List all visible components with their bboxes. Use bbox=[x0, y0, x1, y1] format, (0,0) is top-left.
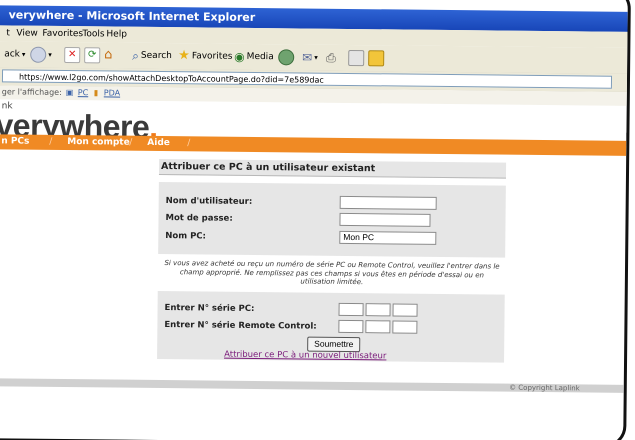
edit-icon bbox=[348, 49, 365, 67]
serial-rc-input-3[interactable] bbox=[392, 320, 418, 334]
chevron-down-icon: ▾ bbox=[48, 50, 52, 59]
new-user-link[interactable]: Attribuer ce PC à un nouvel utilisateur bbox=[224, 350, 386, 362]
pc-name-input[interactable]: Mon PC bbox=[339, 230, 437, 245]
print-icon: ⎙ bbox=[326, 50, 336, 65]
menu-item-help[interactable]: Help bbox=[106, 26, 127, 42]
pc-icon: ▣ bbox=[65, 88, 74, 98]
media-label: Media bbox=[246, 51, 274, 63]
nav-item-help[interactable]: Aide bbox=[147, 136, 170, 151]
forward-icon bbox=[30, 46, 47, 63]
forward-button[interactable]: ▾ bbox=[30, 46, 52, 63]
menu-item-tools[interactable]: Tools bbox=[82, 26, 104, 42]
screen-frame: verywhere - Microsoft Internet Explorer … bbox=[0, 0, 635, 440]
home-button[interactable]: ⌂ bbox=[104, 47, 112, 63]
refresh-button[interactable]: ⟳ bbox=[84, 47, 101, 64]
print-button[interactable]: ⎙ bbox=[326, 50, 336, 66]
credentials-box: Nom d'utilisateur: Mot de passe: Nom PC:… bbox=[158, 181, 506, 258]
menu-item-favorites[interactable]: Favorites bbox=[42, 26, 83, 42]
media-icon: ◉ bbox=[234, 49, 245, 64]
serial-pc-input-1[interactable] bbox=[338, 302, 364, 317]
pda-view-link[interactable]: PDA bbox=[104, 86, 120, 100]
attach-pc-panel: Attribuer ce PC à un utilisateur existan… bbox=[157, 158, 507, 363]
messenger-button[interactable] bbox=[368, 50, 385, 67]
edit-button[interactable] bbox=[348, 49, 365, 67]
refresh-icon: ⟳ bbox=[84, 47, 101, 64]
window-title: verywhere - Microsoft Internet Explorer bbox=[8, 8, 256, 24]
url-text: https://www.l2go.com/showAttachDesktopTo… bbox=[18, 72, 324, 85]
nav-item-pcs[interactable]: n PCs bbox=[1, 134, 29, 149]
panel-title: Attribuer ce PC à un utilisateur existan… bbox=[158, 158, 507, 179]
star-icon: ★ bbox=[178, 48, 190, 64]
media-button[interactable]: ◉ Media bbox=[234, 49, 274, 65]
history-button[interactable] bbox=[278, 49, 295, 66]
pda-icon: ▮ bbox=[93, 88, 99, 98]
history-icon bbox=[278, 49, 295, 66]
nav-item-account[interactable]: Mon compte bbox=[67, 135, 130, 151]
chevron-down-icon: ▾ bbox=[314, 53, 318, 62]
menu-item-file[interactable]: t bbox=[6, 25, 10, 41]
pc-name-label: Nom PC: bbox=[165, 231, 207, 242]
username-input[interactable] bbox=[339, 195, 437, 210]
search-icon: ⌕ bbox=[132, 48, 140, 63]
serial-rc-input-2[interactable] bbox=[365, 320, 391, 334]
serial-pc-input-3[interactable] bbox=[392, 303, 418, 317]
serial-pc-label: Entrer N° série PC: bbox=[164, 303, 255, 314]
chevron-down-icon: ▾ bbox=[21, 50, 26, 59]
serial-rc-input-1[interactable] bbox=[338, 319, 364, 334]
menu-item-view[interactable]: View bbox=[16, 25, 38, 41]
folder-icon bbox=[368, 50, 385, 67]
serial-rc-label: Entrer N° série Remote Control: bbox=[164, 320, 317, 332]
stop-icon: ✕ bbox=[64, 46, 81, 64]
search-label: Search bbox=[140, 50, 172, 62]
site-nav: n PCs / Mon compte / Aide / bbox=[0, 134, 627, 156]
copyright-text: © Copyright Laplink bbox=[509, 383, 580, 393]
serial-instructions: Si vous avez acheté ou reçu un numéro de… bbox=[164, 259, 500, 287]
favorites-button[interactable]: ★ Favorites bbox=[178, 48, 232, 65]
pc-view-link[interactable]: PC bbox=[78, 86, 89, 100]
password-input[interactable] bbox=[339, 212, 431, 227]
stop-button[interactable]: ✕ bbox=[64, 46, 81, 64]
search-button[interactable]: ⌕ Search bbox=[132, 48, 172, 64]
nav-separator: / bbox=[49, 136, 53, 147]
back-button[interactable]: ack ▾ bbox=[4, 46, 25, 62]
page-footer: © Copyright Laplink bbox=[0, 378, 624, 393]
mail-icon: ✉ bbox=[302, 50, 313, 65]
nav-separator: / bbox=[129, 137, 133, 148]
username-label: Nom d'utilisateur: bbox=[165, 196, 253, 207]
home-icon: ⌂ bbox=[104, 47, 113, 63]
view-switch-label: ger l'affichage: bbox=[1, 87, 62, 97]
serial-pc-input-2[interactable] bbox=[365, 303, 391, 317]
favorites-label: Favorites bbox=[191, 51, 233, 62]
monitor-bezel: verywhere - Microsoft Internet Explorer … bbox=[0, 0, 631, 440]
nav-separator: / bbox=[187, 138, 191, 149]
mail-button[interactable]: ✉ ▾ bbox=[302, 49, 318, 65]
password-label: Mot de passe: bbox=[165, 213, 233, 224]
back-label: ack bbox=[4, 49, 20, 60]
